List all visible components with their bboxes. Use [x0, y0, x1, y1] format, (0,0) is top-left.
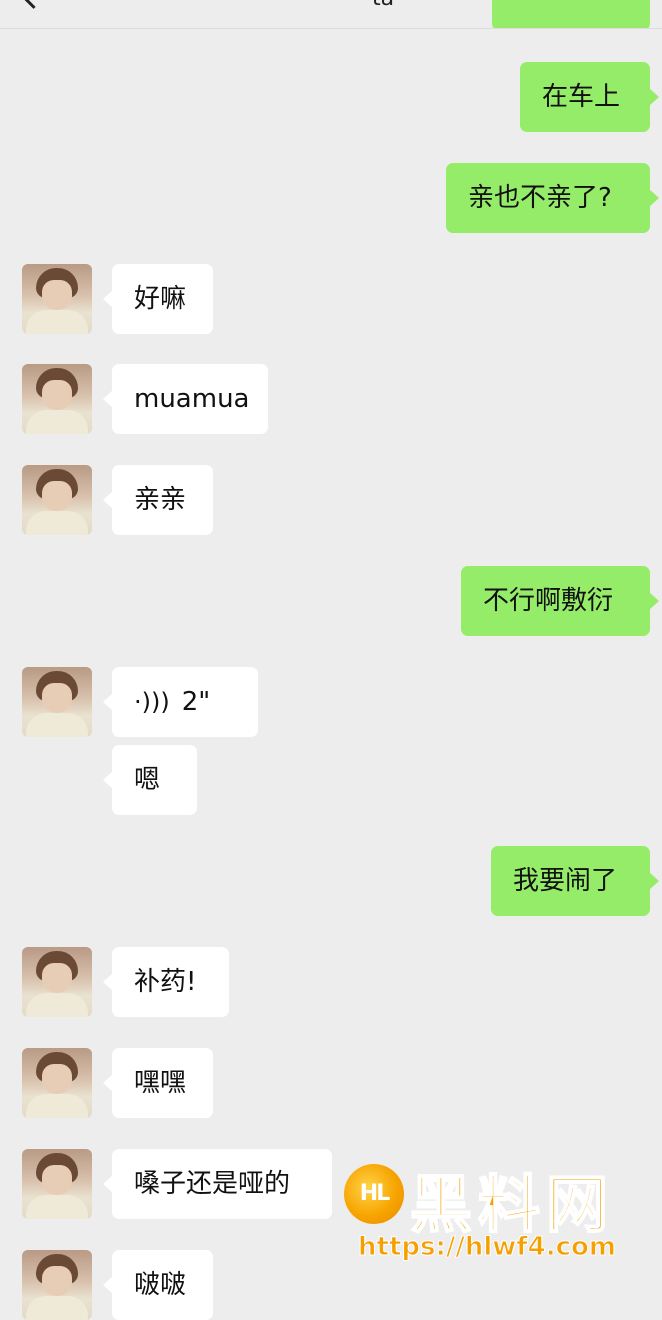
message-text: 嗯: [134, 765, 161, 795]
message-text: 我要闹了: [513, 866, 618, 896]
message-text: 嘿嘿: [134, 1068, 187, 1098]
message-text: muamua: [134, 384, 250, 414]
message-text: 亲也不亲了?: [468, 183, 612, 213]
chat-title: ta: [372, 0, 394, 11]
incoming-message[interactable]: 啵啵: [103, 1250, 213, 1320]
outgoing-message[interactable]: 亲也不亲了?: [446, 163, 659, 233]
contact-avatar[interactable]: [22, 465, 92, 535]
chat-header: ta: [0, 0, 662, 29]
voice-message[interactable]: ·))) 2": [103, 667, 258, 737]
partial-outgoing-bubble: [492, 0, 650, 28]
incoming-message[interactable]: 好嘛: [103, 264, 213, 334]
outgoing-message[interactable]: 不行啊敷衍: [461, 566, 659, 636]
incoming-message[interactable]: 亲亲: [103, 465, 213, 535]
voice-wave-icon: ·))): [134, 688, 170, 716]
contact-avatar[interactable]: [22, 1048, 92, 1118]
message-text: 亲亲: [134, 485, 187, 515]
contact-avatar[interactable]: [22, 364, 92, 434]
message-text: 嗓子还是哑的: [134, 1169, 291, 1199]
incoming-message[interactable]: 嗯: [103, 745, 197, 815]
incoming-message[interactable]: 嗓子还是哑的: [103, 1149, 332, 1219]
message-text: 好嘛: [134, 284, 187, 314]
contact-avatar[interactable]: [22, 947, 92, 1017]
watermark-url: https://hlwf4.com: [358, 1232, 617, 1263]
voice-duration: 2": [181, 687, 211, 717]
watermark-logo-icon: HL: [344, 1164, 404, 1224]
message-text: 不行啊敷衍: [483, 586, 614, 616]
outgoing-message[interactable]: 在车上: [520, 62, 659, 132]
contact-avatar[interactable]: [22, 667, 92, 737]
watermark: HL 黑料网 https://hlwf4.com: [344, 1160, 662, 1280]
contact-avatar[interactable]: [22, 1149, 92, 1219]
incoming-message[interactable]: 补药!: [103, 947, 229, 1017]
outgoing-message[interactable]: 我要闹了: [491, 846, 659, 916]
message-text: 在车上: [542, 82, 621, 112]
message-text: 补药!: [134, 967, 197, 997]
watermark-title: 黑料网: [409, 1167, 615, 1242]
contact-avatar[interactable]: [22, 264, 92, 334]
back-arrow-icon[interactable]: [20, 0, 47, 9]
incoming-message[interactable]: muamua: [103, 364, 268, 434]
incoming-message[interactable]: 嘿嘿: [103, 1048, 213, 1118]
message-text: 啵啵: [134, 1270, 187, 1300]
contact-avatar[interactable]: [22, 1250, 92, 1320]
